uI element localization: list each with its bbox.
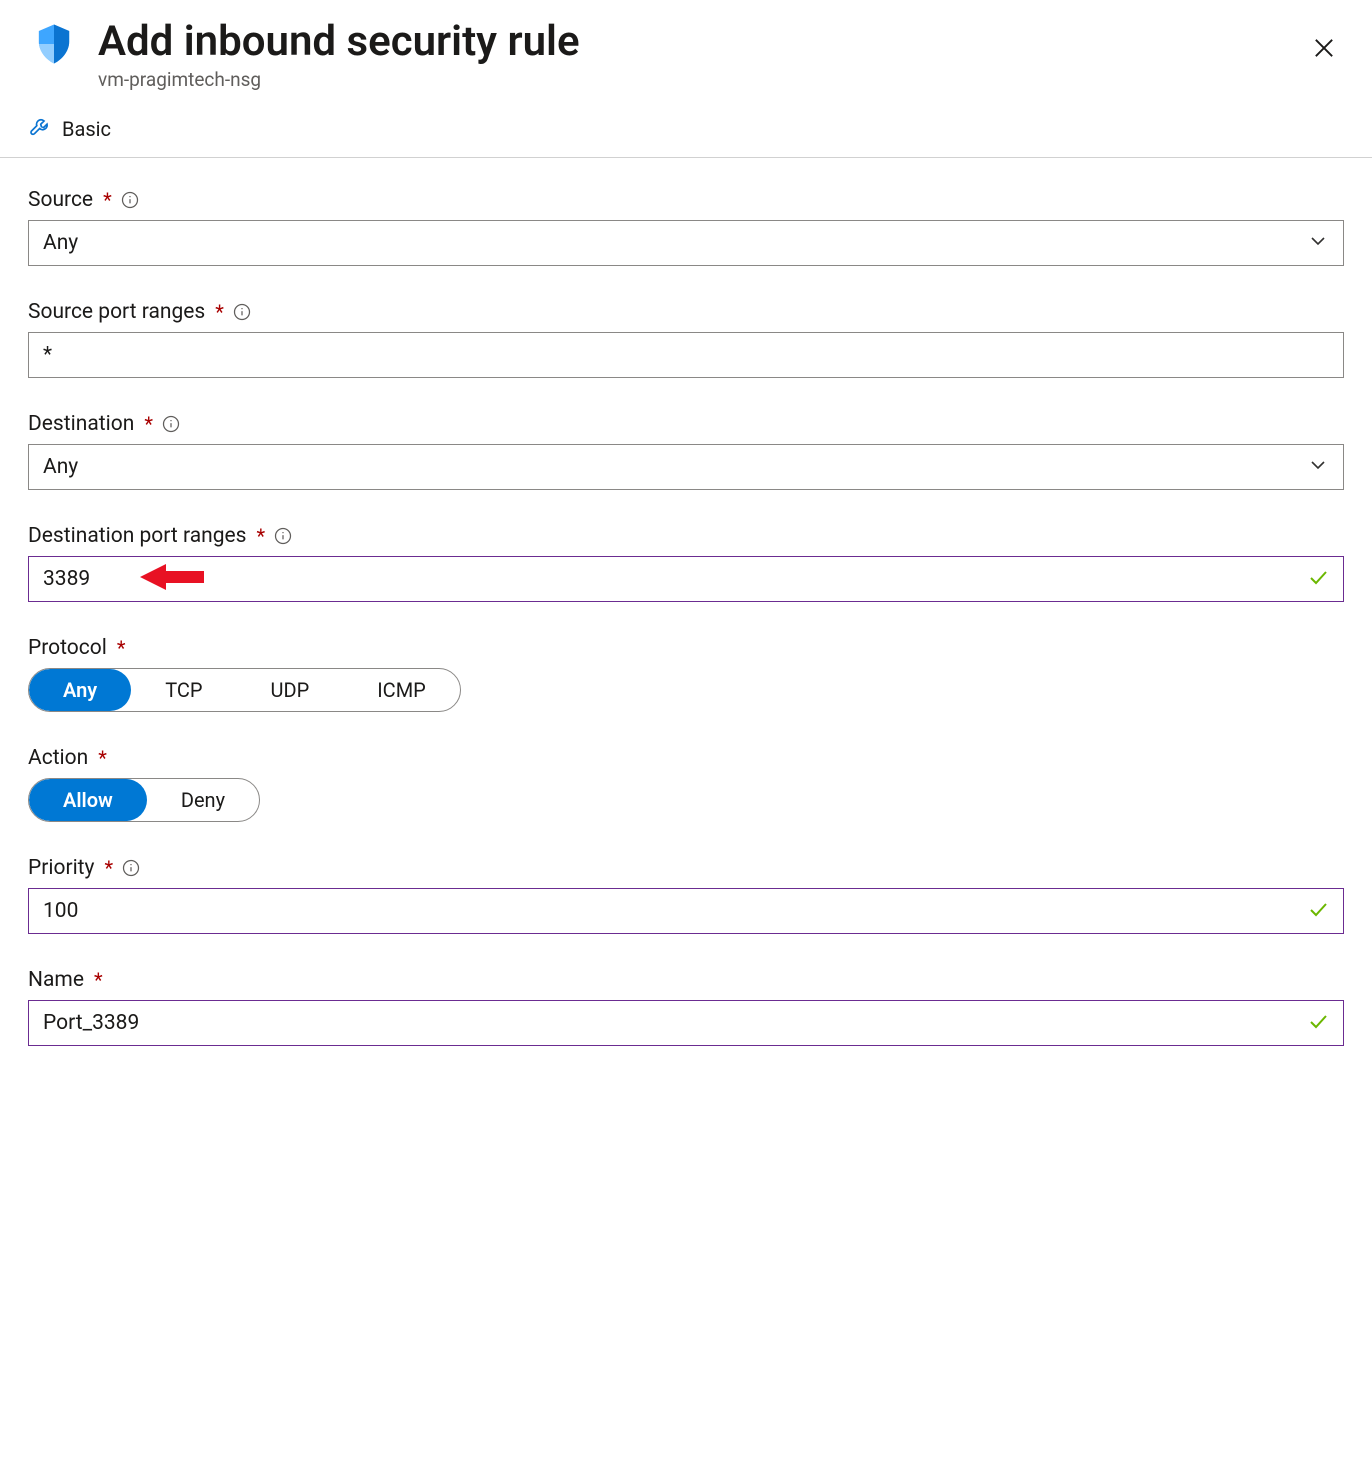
source-port-ranges-input[interactable] [28, 332, 1344, 378]
destination-label: Destination [28, 412, 134, 436]
destination-port-ranges-input[interactable] [28, 556, 1344, 602]
close-icon [1310, 51, 1338, 66]
close-button[interactable] [1304, 28, 1344, 72]
toolbar: Basic [0, 91, 1372, 158]
wrench-icon [28, 115, 52, 143]
field-priority: Priority * [28, 856, 1344, 934]
info-icon[interactable] [232, 302, 252, 322]
action-label: Action [28, 746, 88, 770]
name-label: Name [28, 968, 84, 992]
protocol-option-any[interactable]: Any [29, 669, 131, 711]
info-icon[interactable] [161, 414, 181, 434]
field-protocol: Protocol * Any TCP UDP ICMP [28, 636, 1344, 712]
source-port-ranges-label: Source port ranges [28, 300, 205, 324]
add-inbound-security-rule-panel: Add inbound security rule vm-pragimtech-… [0, 0, 1372, 1120]
required-asterisk: * [215, 302, 224, 322]
protocol-option-udp[interactable]: UDP [237, 669, 344, 711]
required-asterisk: * [117, 638, 126, 658]
source-select[interactable]: Any [28, 220, 1344, 266]
name-input[interactable] [28, 1000, 1344, 1046]
field-source-port-ranges: Source port ranges * [28, 300, 1344, 378]
required-asterisk: * [144, 414, 153, 434]
info-icon[interactable] [120, 190, 140, 210]
priority-input[interactable] [28, 888, 1344, 934]
required-asterisk: * [94, 970, 103, 990]
action-segmented: Allow Deny [28, 778, 260, 822]
field-name: Name * [28, 968, 1344, 1046]
basic-toggle-button[interactable]: Basic [62, 117, 111, 141]
resource-subtitle: vm-pragimtech-nsg [98, 68, 580, 91]
field-source: Source * Any [28, 188, 1344, 266]
protocol-segmented: Any TCP UDP ICMP [28, 668, 461, 712]
shield-icon [28, 18, 80, 74]
required-asterisk: * [104, 858, 113, 878]
action-option-deny[interactable]: Deny [147, 779, 259, 821]
action-option-allow[interactable]: Allow [29, 779, 147, 821]
destination-port-ranges-label: Destination port ranges [28, 524, 246, 548]
source-label: Source [28, 188, 93, 212]
field-action: Action * Allow Deny [28, 746, 1344, 822]
info-icon[interactable] [273, 526, 293, 546]
rule-form: Source * Any Source port ranges * [0, 158, 1372, 1046]
protocol-option-tcp[interactable]: TCP [131, 669, 236, 711]
page-title: Add inbound security rule [98, 18, 580, 66]
annotation-arrow-icon [140, 562, 204, 596]
info-icon[interactable] [121, 858, 141, 878]
panel-header: Add inbound security rule vm-pragimtech-… [0, 0, 1372, 91]
field-destination: Destination * Any [28, 412, 1344, 490]
field-destination-port-ranges: Destination port ranges * [28, 524, 1344, 602]
protocol-label: Protocol [28, 636, 107, 660]
priority-label: Priority [28, 856, 94, 880]
required-asterisk: * [103, 190, 112, 210]
protocol-option-icmp[interactable]: ICMP [343, 669, 460, 711]
required-asterisk: * [256, 526, 265, 546]
destination-select[interactable]: Any [28, 444, 1344, 490]
required-asterisk: * [98, 748, 107, 768]
